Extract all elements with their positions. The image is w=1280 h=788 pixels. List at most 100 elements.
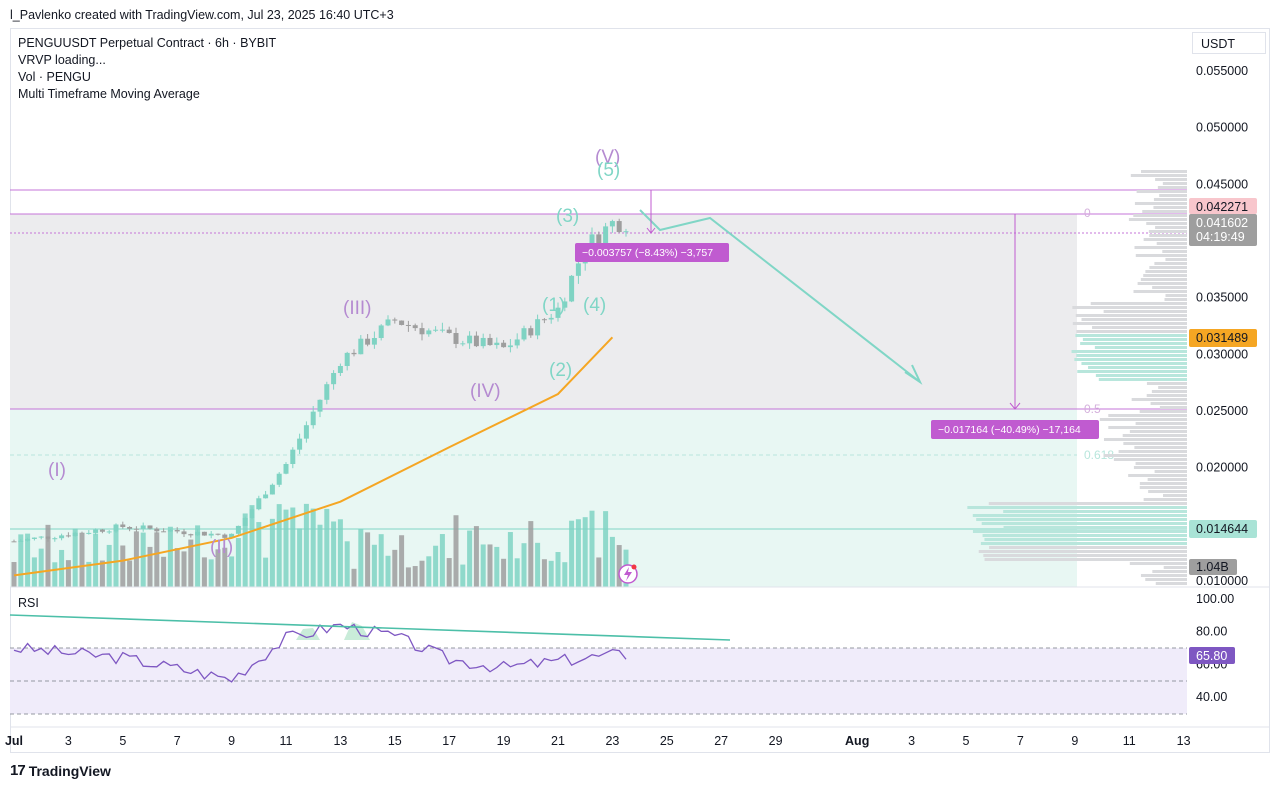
volume-bar bbox=[467, 530, 473, 587]
time-tick-label: 11 bbox=[1123, 734, 1136, 748]
candle-body bbox=[324, 384, 330, 400]
volume-bar bbox=[79, 533, 85, 587]
candle-body bbox=[65, 535, 71, 537]
candle-body bbox=[276, 473, 282, 485]
volume-profile-bar bbox=[1163, 566, 1187, 569]
candle-body bbox=[167, 530, 173, 532]
volume-profile-bar bbox=[978, 550, 1187, 553]
volume-profile-bar bbox=[1143, 498, 1187, 501]
volume-bar bbox=[120, 545, 126, 587]
time-tick-label: 7 bbox=[1017, 734, 1024, 748]
candle-body bbox=[31, 537, 37, 539]
alert-dot-icon bbox=[631, 564, 637, 570]
volume-profile-bar bbox=[1141, 170, 1187, 173]
candle-body bbox=[99, 529, 105, 532]
legend-vrvp[interactable]: VRVP loading... bbox=[18, 52, 276, 69]
volume-profile-bar bbox=[1146, 222, 1187, 225]
volume-profile-bar bbox=[1081, 362, 1187, 365]
volume-profile-bar bbox=[1076, 354, 1187, 357]
time-tick-label: Jul bbox=[5, 734, 23, 748]
volume-bar bbox=[290, 507, 296, 587]
time-tick-label: 11 bbox=[280, 734, 293, 748]
candle-body bbox=[460, 343, 466, 345]
candle-body bbox=[575, 263, 581, 276]
volume-bar bbox=[351, 568, 357, 587]
footer-brand[interactable]: 17 TradingView bbox=[10, 762, 111, 779]
tradingview-logo-icon: 17 bbox=[10, 762, 26, 779]
candle-body bbox=[297, 438, 303, 450]
candle-body bbox=[521, 328, 527, 340]
volume-profile-bar bbox=[983, 554, 1187, 557]
currency-selector[interactable]: USDT bbox=[1192, 32, 1266, 54]
candle-body bbox=[201, 531, 207, 536]
candle-body bbox=[473, 335, 479, 347]
volume-bar bbox=[324, 508, 330, 587]
wave-label-I: (I) bbox=[48, 460, 66, 481]
chart-legend[interactable]: PENGUUSDT Perpetual Contract · 6h · BYBI… bbox=[18, 35, 276, 103]
volume-bar bbox=[269, 518, 275, 587]
time-tick-label: 5 bbox=[963, 734, 970, 748]
volume-bar bbox=[426, 556, 432, 587]
candle-body bbox=[72, 532, 78, 537]
candle-body bbox=[501, 342, 507, 348]
price-chart[interactable]: 0 0.5 0.618 −0.003757 (−8.43%) −3,757 −0… bbox=[0, 0, 1280, 788]
wave-label-IV: (IV) bbox=[470, 381, 501, 402]
volume-profile-bar bbox=[1165, 258, 1187, 261]
volume-profile-bar bbox=[1151, 390, 1187, 393]
candle-body bbox=[317, 399, 323, 412]
candle-body bbox=[480, 337, 486, 347]
volume-profile-bar bbox=[982, 534, 1187, 537]
candle-body bbox=[453, 333, 459, 344]
candle-body bbox=[208, 533, 214, 536]
volume-profile-bar bbox=[1003, 510, 1187, 513]
candle-body bbox=[351, 352, 357, 355]
volume-bar bbox=[106, 544, 112, 587]
volume-profile-bar bbox=[1150, 402, 1187, 405]
volume-profile-bar bbox=[1003, 526, 1187, 529]
volume-bar bbox=[392, 549, 398, 587]
legend-volume[interactable]: Vol · PENGU bbox=[18, 69, 276, 86]
candle-body bbox=[18, 540, 24, 542]
legend-ma[interactable]: Multi Timeframe Moving Average bbox=[18, 86, 276, 103]
volume-profile-bar bbox=[1076, 330, 1187, 333]
candle-body bbox=[487, 337, 493, 346]
volume-bar bbox=[310, 508, 316, 587]
candle-body bbox=[467, 335, 473, 344]
candle-body bbox=[494, 342, 500, 346]
volume-profile-bar bbox=[1130, 174, 1187, 177]
volume-bar bbox=[256, 522, 262, 587]
volume-profile-bar bbox=[1165, 294, 1187, 297]
volume-profile-bar bbox=[1075, 314, 1187, 317]
volume-bar bbox=[535, 542, 541, 587]
volume-bar bbox=[378, 534, 384, 587]
candle-body bbox=[249, 509, 255, 518]
volume-bar bbox=[161, 556, 167, 587]
candle-body bbox=[514, 339, 520, 346]
volume-bar bbox=[609, 536, 615, 587]
volume-bar bbox=[201, 557, 207, 587]
volume-profile-bar bbox=[1094, 346, 1187, 349]
time-tick-label: 9 bbox=[228, 734, 235, 748]
rsi-legend[interactable]: RSI bbox=[18, 596, 39, 610]
volume-profile-bar bbox=[1139, 486, 1187, 489]
candle-body bbox=[535, 319, 541, 336]
volume-profile-bar bbox=[1082, 338, 1187, 341]
candle-body bbox=[263, 494, 269, 499]
volume-bar bbox=[147, 546, 153, 587]
legend-symbol[interactable]: PENGUUSDT Perpetual Contract · 6h · BYBI… bbox=[18, 35, 276, 52]
volume-profile-bar bbox=[1152, 570, 1187, 573]
volume-profile-bar bbox=[1090, 302, 1187, 305]
fib-label-0: 0 bbox=[1084, 206, 1091, 220]
volume-profile-bar bbox=[1145, 578, 1187, 581]
price-tick-label: 0.050000 bbox=[1196, 121, 1248, 135]
volume-profile-bar bbox=[1108, 414, 1187, 417]
candle-body bbox=[303, 425, 309, 439]
candle-body bbox=[358, 338, 364, 355]
candle-body bbox=[86, 532, 92, 534]
price-tick-label: 0.010000 bbox=[1196, 574, 1248, 588]
volume-bar bbox=[127, 560, 133, 587]
volume-profile-bar bbox=[1146, 394, 1187, 397]
wave-label-II: (II) bbox=[210, 537, 233, 558]
time-tick-label: 21 bbox=[551, 734, 565, 748]
volume-bar bbox=[154, 532, 160, 587]
